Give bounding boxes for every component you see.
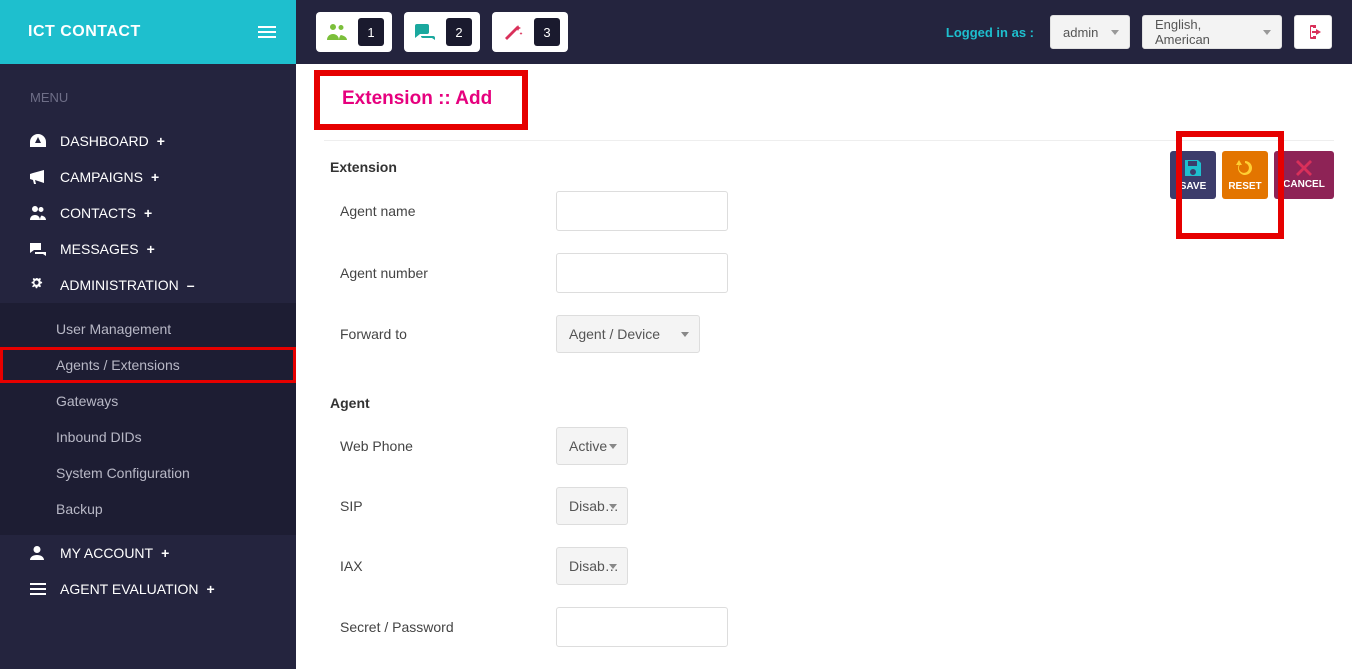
administration-submenu: User Management Agents / Extensions Gate… (0, 303, 296, 535)
sidebar-item-administration[interactable]: ADMINISTRATION – (0, 267, 296, 303)
select-web-phone[interactable]: Active (556, 427, 628, 465)
sidebar-item-my-account[interactable]: MY ACCOUNT + (0, 535, 296, 571)
gears-icon (30, 278, 50, 292)
sidebar-item-dashboard[interactable]: DASHBOARD + (0, 123, 296, 159)
logout-button[interactable] (1294, 15, 1332, 49)
expand-icon: + (151, 169, 159, 185)
input-agent-number[interactable] (556, 253, 728, 293)
sidebar-item-campaigns[interactable]: CAMPAIGNS + (0, 159, 296, 195)
users-icon (30, 206, 50, 220)
menu-heading: MENU (0, 64, 296, 123)
stat-chats[interactable]: 2 (404, 12, 480, 52)
submenu-agents-extensions[interactable]: Agents / Extensions (0, 347, 296, 383)
sidebar-item-label: MY ACCOUNT (60, 545, 153, 561)
select-value: Disab… (569, 498, 619, 514)
brand-name: ICT CONTACT (28, 23, 141, 41)
expand-icon: + (161, 545, 169, 561)
label-forward-to: Forward to (324, 326, 556, 342)
sidebar-item-label: MESSAGES (60, 241, 139, 257)
user-icon (30, 546, 50, 560)
topbar: 1 2 3 Logged in as : admin English, Ame (296, 0, 1352, 64)
select-iax[interactable]: Disab… (556, 547, 628, 585)
sidebar-item-contacts[interactable]: CONTACTS + (0, 195, 296, 231)
page-title-highlight: Extension :: Add (314, 70, 528, 130)
label-agent-number: Agent number (324, 265, 556, 281)
submenu-gateways[interactable]: Gateways (0, 383, 296, 419)
collapse-icon: – (187, 277, 195, 293)
button-label: SAVE (1180, 181, 1207, 192)
hamburger-icon[interactable] (258, 26, 276, 38)
sidebar-item-agent-evaluation[interactable]: AGENT EVALUATION + (0, 571, 296, 607)
page-title: Extension :: Add (342, 88, 492, 110)
label-iax: IAX (324, 558, 556, 574)
reset-icon (1235, 158, 1255, 178)
action-buttons: SAVE RESET CANCEL (1170, 151, 1334, 199)
input-secret[interactable] (556, 607, 728, 647)
select-forward-to[interactable]: Agent / Device (556, 315, 700, 353)
sidebar-item-label: CAMPAIGNS (60, 169, 143, 185)
dashboard-icon (30, 134, 50, 148)
logout-icon (1305, 25, 1321, 39)
logo-bar: ICT CONTACT (0, 0, 296, 64)
stat-agents[interactable]: 1 (316, 12, 392, 52)
sidebar-item-label: AGENT EVALUATION (60, 581, 198, 597)
bullhorn-icon (30, 170, 50, 184)
users-icon (322, 18, 352, 46)
stat-count: 3 (534, 18, 560, 46)
sidebar-item-label: ADMINISTRATION (60, 277, 179, 293)
sidebar-item-label: DASHBOARD (60, 133, 149, 149)
chat-icon (410, 18, 440, 46)
label-agent-name: Agent name (324, 203, 556, 219)
content: Extension :: Add SAVE RESET CANCEL (296, 64, 1352, 669)
expand-icon: + (144, 205, 152, 221)
expand-icon: + (157, 133, 165, 149)
user-select-value: admin (1063, 25, 1098, 40)
reset-button[interactable]: RESET (1222, 151, 1268, 199)
select-value: Disab… (569, 558, 619, 574)
submenu-inbound-dids[interactable]: Inbound DIDs (0, 419, 296, 455)
messages-icon (30, 242, 50, 256)
label-secret: Secret / Password (324, 619, 556, 635)
cancel-button[interactable]: CANCEL (1274, 151, 1334, 199)
submenu-system-configuration[interactable]: System Configuration (0, 455, 296, 491)
submenu-user-management[interactable]: User Management (0, 311, 296, 347)
list-icon (30, 583, 50, 595)
stat-count: 1 (358, 18, 384, 46)
stat-count: 2 (446, 18, 472, 46)
close-icon (1296, 160, 1312, 176)
select-sip[interactable]: Disab… (556, 487, 628, 525)
submenu-backup[interactable]: Backup (0, 491, 296, 527)
logged-in-label: Logged in as : (946, 25, 1034, 40)
language-select[interactable]: English, American (1142, 15, 1282, 49)
section-agent: Agent (330, 395, 1334, 411)
wand-icon (498, 18, 528, 46)
save-icon (1183, 158, 1203, 178)
select-value: Active (569, 438, 607, 454)
language-select-value: English, American (1155, 17, 1253, 47)
select-value: Agent / Device (569, 326, 660, 342)
button-label: CANCEL (1283, 179, 1325, 190)
sidebar-item-label: CONTACTS (60, 205, 136, 221)
expand-icon: + (206, 581, 214, 597)
sidebar: ICT CONTACT MENU DASHBOARD + CAMPAIGNS + (0, 0, 296, 669)
form-card: SAVE RESET CANCEL Extension Agent name (324, 140, 1334, 647)
save-button[interactable]: SAVE (1170, 151, 1216, 199)
input-agent-name[interactable] (556, 191, 728, 231)
label-web-phone: Web Phone (324, 438, 556, 454)
button-label: RESET (1228, 181, 1261, 192)
user-select[interactable]: admin (1050, 15, 1130, 49)
expand-icon: + (147, 241, 155, 257)
label-sip: SIP (324, 498, 556, 514)
stat-magic[interactable]: 3 (492, 12, 568, 52)
sidebar-item-messages[interactable]: MESSAGES + (0, 231, 296, 267)
